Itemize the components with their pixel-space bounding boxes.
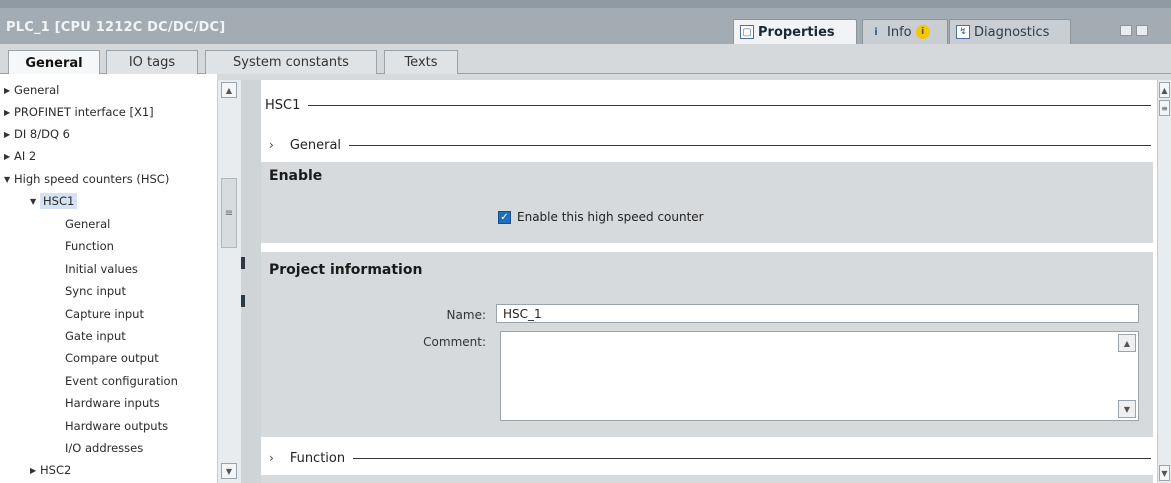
general-group-title: General xyxy=(289,137,342,153)
comment-scroll-up-icon[interactable]: ▲ xyxy=(1118,334,1136,352)
tab-diagnostics[interactable]: ↯ Diagnostics xyxy=(949,19,1071,44)
splitter-arrow-left-icon[interactable] xyxy=(241,257,245,269)
comment-label: Comment: xyxy=(423,335,486,349)
expand-arrow-icon[interactable]: ▶ xyxy=(30,466,40,475)
tab-system-constants[interactable]: System constants xyxy=(205,50,377,74)
enable-hsc-checkbox-row[interactable]: ✓ Enable this high speed counter xyxy=(498,210,704,224)
function-panel xyxy=(261,475,1153,483)
tab-general[interactable]: General xyxy=(8,50,100,75)
content-scrollbar[interactable]: ▲ ≡ ▼ xyxy=(1157,80,1171,483)
collapse-arrow-icon[interactable]: ▼ xyxy=(30,197,40,206)
splitter-arrow-right-icon[interactable] xyxy=(241,295,245,307)
tree-item-hsc-group[interactable]: ▼ High speed counters (HSC) xyxy=(4,168,169,190)
info-icon: i xyxy=(874,26,878,38)
scroll-down-icon[interactable]: ▼ xyxy=(221,463,237,479)
expand-arrow-icon[interactable]: ▶ xyxy=(4,152,14,161)
tree-item-di-dq[interactable]: ▶ DI 8/DQ 6 xyxy=(4,123,70,145)
function-group-header[interactable]: › Function xyxy=(261,444,1157,472)
chevron-right-icon[interactable]: › xyxy=(269,451,274,465)
diagnostics-icon: ↯ xyxy=(956,25,970,39)
section-title: HSC1 xyxy=(265,97,301,113)
tab-properties-label: Properties xyxy=(758,24,835,40)
tab-info-label: Info xyxy=(887,24,912,40)
tree-item-hsc1-gate-input[interactable]: Gate input xyxy=(65,325,126,347)
tree-item-hsc1-initial-values[interactable]: Initial values xyxy=(65,258,138,280)
restore-icon[interactable] xyxy=(1120,25,1132,36)
enable-panel: Enable ✓ Enable this high speed counter xyxy=(261,162,1153,243)
maximize-icon[interactable] xyxy=(1136,25,1148,36)
tab-io-tags[interactable]: IO tags xyxy=(106,50,198,74)
tree-item-hsc2[interactable]: ▶ HSC2 xyxy=(30,459,71,481)
warning-icon: i xyxy=(915,25,930,39)
enable-hsc-checkbox[interactable]: ✓ xyxy=(498,210,511,224)
comment-scroll-down-icon[interactable]: ▼ xyxy=(1118,400,1136,418)
properties-content: HSC1 › General Enable ✓ Enable this high… xyxy=(261,80,1157,483)
window-title: PLC_1 [CPU 1212C DC/DC/DC] xyxy=(6,20,226,35)
tree-item-hsc1-event-configuration[interactable]: Event configuration xyxy=(65,370,178,392)
tab-properties[interactable]: ▢ Properties xyxy=(733,19,857,44)
tree-item-hsc1-compare-output[interactable]: Compare output xyxy=(65,347,159,369)
comment-field[interactable] xyxy=(500,331,1139,421)
section-divider xyxy=(308,104,1151,106)
enable-title: Enable xyxy=(269,168,323,184)
function-group-title: Function xyxy=(289,450,346,466)
property-tab-bar: General IO tags System constants Texts xyxy=(0,44,1171,75)
scroll-grip-icon[interactable]: ≡ xyxy=(1159,100,1170,116)
name-label: Name: xyxy=(446,308,486,322)
tree-item-general[interactable]: ▶ General xyxy=(4,79,59,101)
pane-splitter[interactable] xyxy=(241,80,261,483)
tree-item-hsc1-sync-input[interactable]: Sync input xyxy=(65,280,126,302)
scroll-up-icon[interactable]: ▲ xyxy=(1159,82,1170,98)
tree-item-profinet-interface[interactable]: ▶ PROFINET interface [X1] xyxy=(4,101,154,123)
tree-item-hsc1[interactable]: ▼ HSC1 xyxy=(30,190,78,212)
expand-arrow-icon[interactable]: ▶ xyxy=(4,86,14,95)
navigation-tree: ▶ General ▶ PROFINET interface [X1] ▶ DI 8/… xyxy=(0,74,217,483)
tree-item-hsc1-general[interactable]: General xyxy=(65,213,110,235)
tab-texts[interactable]: Texts xyxy=(384,50,458,74)
name-field[interactable]: HSC_1 xyxy=(496,304,1139,323)
tab-info[interactable]: i Info i xyxy=(862,19,948,44)
tree-item-hsc1-function[interactable]: Function xyxy=(65,235,114,257)
chevron-right-icon[interactable]: › xyxy=(269,138,274,152)
enable-hsc-label: Enable this high speed counter xyxy=(517,210,704,224)
inspector-title-bar: PLC_1 [CPU 1212C DC/DC/DC] ▢ Properties … xyxy=(0,0,1171,44)
tree-item-ai[interactable]: ▶ AI 2 xyxy=(4,145,36,167)
project-information-title: Project information xyxy=(269,262,423,278)
tree-item-hsc1-capture-input[interactable]: Capture input xyxy=(65,303,144,325)
tree-item-hsc1-hardware-outputs[interactable]: Hardware outputs xyxy=(65,415,168,437)
scroll-up-icon[interactable]: ▲ xyxy=(221,82,237,98)
properties-icon: ▢ xyxy=(740,25,754,39)
section-hsc1-header: HSC1 xyxy=(261,91,1157,119)
scroll-down-icon[interactable]: ▼ xyxy=(1159,465,1170,481)
scroll-thumb[interactable]: ≡ xyxy=(221,178,237,248)
window-controls xyxy=(1120,25,1148,36)
expand-arrow-icon[interactable]: ▶ xyxy=(4,130,14,139)
tree-scrollbar[interactable]: ▲ ≡ ▼ xyxy=(217,80,241,483)
expand-arrow-icon[interactable]: ▶ xyxy=(4,108,14,117)
project-information-panel: Project information Name: HSC_1 Comment:… xyxy=(261,252,1153,437)
collapse-arrow-icon[interactable]: ▼ xyxy=(4,175,14,184)
tab-diagnostics-label: Diagnostics xyxy=(974,24,1050,40)
general-group-header[interactable]: › General xyxy=(261,131,1157,159)
tree-item-hsc1-hardware-inputs[interactable]: Hardware inputs xyxy=(65,392,160,414)
tree-item-hsc1-io-addresses[interactable]: I/O addresses xyxy=(65,437,143,459)
section-divider xyxy=(353,457,1151,459)
section-divider xyxy=(349,144,1151,146)
